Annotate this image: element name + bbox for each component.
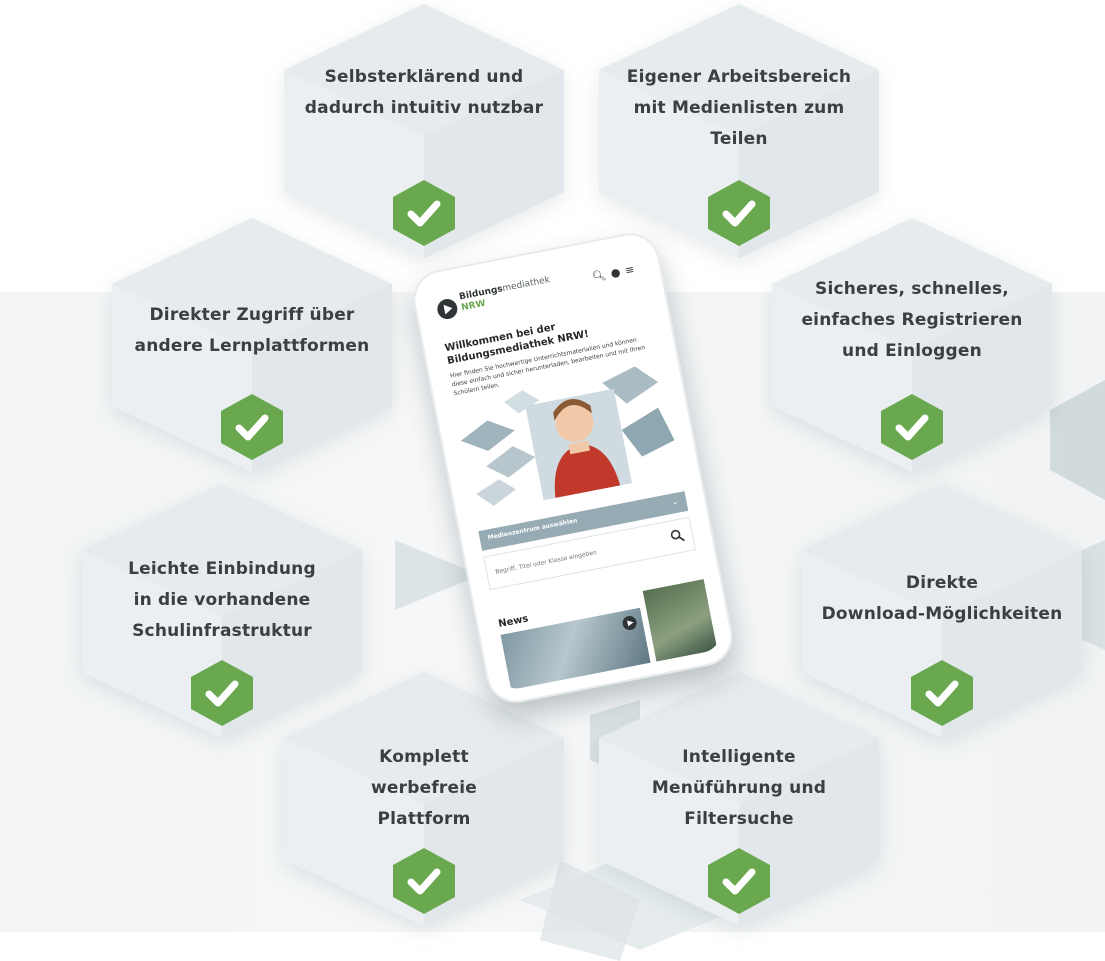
dropdown-label: Medienzentrum auswählen: [487, 517, 578, 542]
feature-graphic: Selbsterklärend und dadurch intuitiv nut…: [0, 0, 1105, 961]
news-heading: News: [497, 613, 530, 630]
news-image-secondary[interactable]: [642, 579, 718, 662]
feature-cube-zugriff: Direkter Zugriff über andere Lernplattfo…: [110, 214, 394, 474]
menu-icon[interactable]: ≡: [624, 262, 640, 277]
feature-label: Intelligente Menüführung und Filtersuche: [651, 747, 827, 829]
feature-label: Sicheres, schnelles, einfaches Registrie…: [801, 279, 1023, 361]
feature-label: Selbsterklärend und dadurch intuitiv nut…: [304, 67, 544, 118]
feature-cube-werbefrei: Komplett werbefreie Plattform: [282, 668, 566, 928]
app-logo[interactable]: Bildungsmediathek NRW: [458, 275, 553, 314]
feature-label: Komplett werbefreie Plattform: [371, 747, 477, 829]
checkmark-icon: [221, 394, 283, 460]
checkmark-icon: [393, 180, 455, 246]
checkmark-icon: [191, 660, 253, 726]
checkmark-icon: [911, 660, 973, 726]
chevron-down-icon: ⌄: [670, 496, 680, 507]
feature-label: Leichte Einbindung in die vorhandene Sch…: [128, 559, 316, 641]
logo-play-icon[interactable]: [435, 297, 460, 321]
checkmark-icon: [393, 848, 455, 914]
feature-cube-registrieren: Sicheres, schnelles, einfaches Registrie…: [770, 214, 1054, 474]
feature-label: Direkter Zugriff über andere Lernplattfo…: [134, 305, 370, 356]
header-icons: 🔍︎●≡: [591, 262, 640, 284]
checkmark-icon: [881, 394, 943, 460]
feature-label: Eigener Arbeitsbereich mit Medienlisten …: [626, 67, 852, 149]
checkmark-icon: [708, 848, 770, 914]
feature-cube-menue: Intelligente Menüführung und Filtersuche: [597, 668, 881, 928]
feature-label: Direkte Download-Möglichkeiten: [821, 573, 1063, 624]
search-icon[interactable]: [669, 527, 685, 543]
checkmark-icon: [708, 180, 770, 246]
